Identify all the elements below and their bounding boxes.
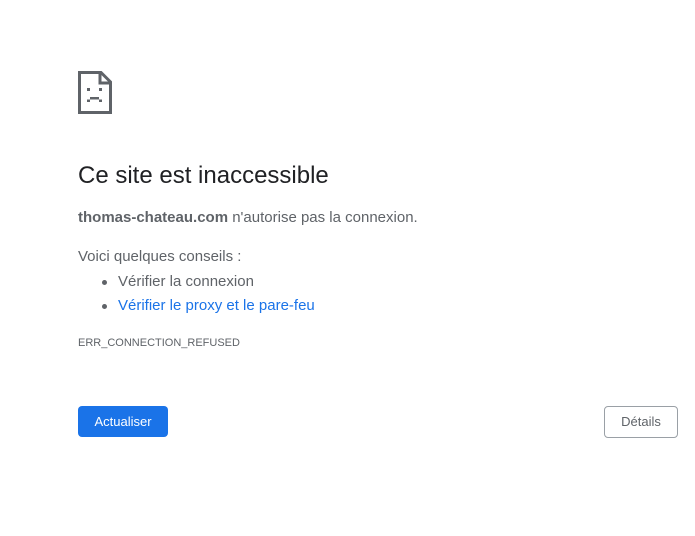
summary-text: n'autorise pas la connexion. bbox=[228, 209, 418, 226]
error-code: ERR_CONNECTION_REFUSED bbox=[78, 337, 240, 349]
suggestion-check-connection: Vérifier la connexion bbox=[102, 270, 315, 294]
host-name: thomas-chateau.com bbox=[78, 209, 229, 226]
suggestions-heading: Voici quelques conseils : bbox=[78, 248, 242, 265]
suggestion-check-proxy-firewall: Vérifier le proxy et le pare-feu bbox=[102, 294, 315, 318]
page-title: Ce site est inaccessible bbox=[78, 162, 329, 189]
suggestion-label: Vérifier la connexion bbox=[118, 273, 254, 290]
error-summary: thomas-chateau.com n'autorise pas la con… bbox=[78, 208, 418, 228]
bullet-icon bbox=[102, 280, 107, 285]
reload-button[interactable]: Actualiser bbox=[78, 406, 168, 437]
error-page: Ce site est inaccessible thomas-chateau.… bbox=[0, 0, 695, 536]
sad-page-icon bbox=[78, 71, 112, 114]
check-proxy-firewall-link[interactable]: Vérifier le proxy et le pare-feu bbox=[118, 297, 315, 314]
details-button[interactable]: Détails bbox=[604, 406, 678, 438]
suggestions-list: Vérifier la connexion Vérifier le proxy … bbox=[78, 270, 315, 318]
bullet-icon bbox=[102, 304, 107, 309]
